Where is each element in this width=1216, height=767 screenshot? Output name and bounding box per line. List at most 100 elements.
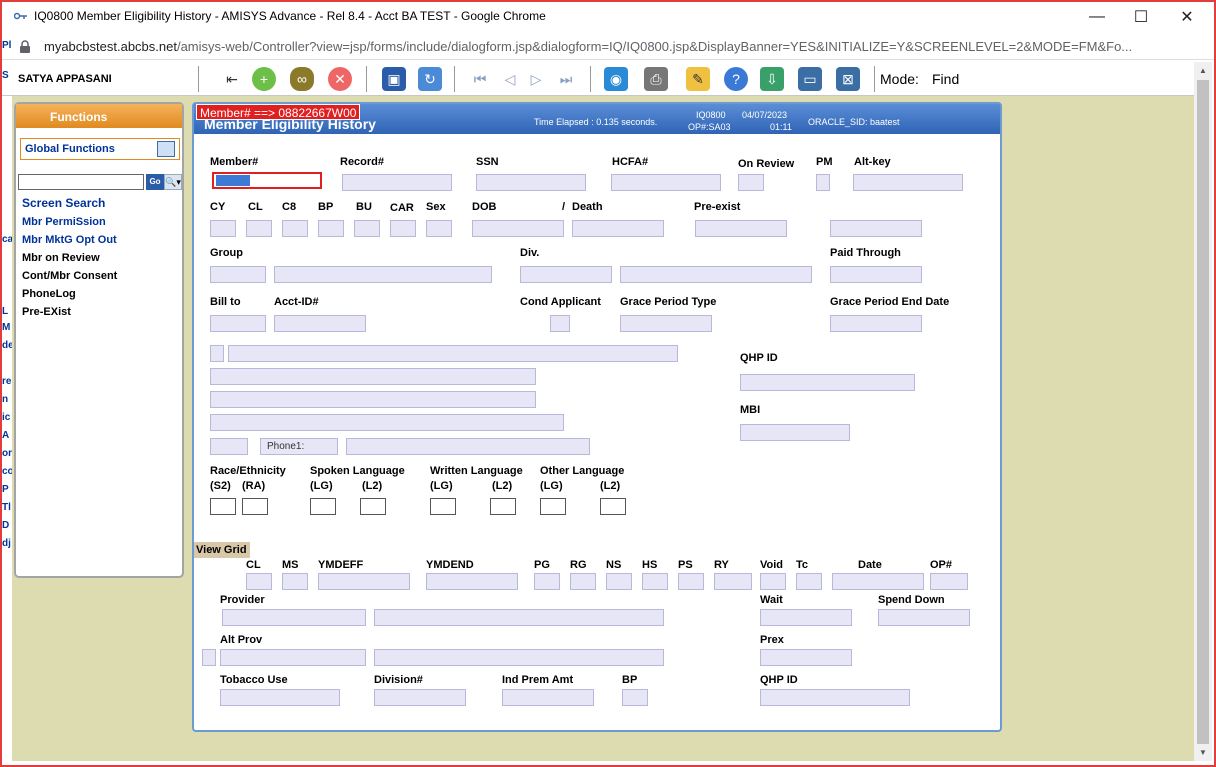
- group-input[interactable]: [210, 266, 266, 283]
- close-window-icon[interactable]: ⊠: [836, 67, 860, 91]
- grid-pg-input[interactable]: [534, 573, 560, 590]
- grid-ms-input[interactable]: [282, 573, 308, 590]
- ind-prem-amt-input[interactable]: [502, 689, 594, 706]
- bp-input[interactable]: [318, 220, 344, 237]
- address-flag-input[interactable]: [210, 345, 224, 362]
- fn-link-cont-mbr-consent[interactable]: Cont/Mbr Consent: [22, 270, 117, 282]
- grid-ps-input[interactable]: [678, 573, 704, 590]
- cond-applicant-input[interactable]: [550, 315, 570, 332]
- minimize-button[interactable]: —: [1074, 2, 1120, 32]
- prex-input[interactable]: [760, 649, 852, 666]
- print-icon[interactable]: ⎙: [644, 67, 668, 91]
- grid-rg-input[interactable]: [570, 573, 596, 590]
- paid-through-input[interactable]: [830, 266, 922, 283]
- qhp-id2-input[interactable]: [760, 689, 910, 706]
- record-input[interactable]: [342, 174, 452, 191]
- c8-input[interactable]: [282, 220, 308, 237]
- save-icon[interactable]: ▣: [382, 67, 406, 91]
- exit-icon[interactable]: ⇤: [220, 67, 244, 91]
- provider-input[interactable]: [222, 609, 366, 626]
- fn-link-screen-search[interactable]: Screen Search: [22, 196, 105, 210]
- fn-link-phonelog[interactable]: PhoneLog: [22, 288, 76, 300]
- fn-link-mbr-on-review[interactable]: Mbr on Review: [22, 252, 100, 264]
- pre-exist-extra-input[interactable]: [830, 220, 922, 237]
- div-input[interactable]: [520, 266, 612, 283]
- alt-prov-input[interactable]: [220, 649, 366, 666]
- written-l2-input[interactable]: [490, 498, 516, 515]
- scroll-up-arrow-icon[interactable]: ▲: [1199, 66, 1207, 75]
- last-record-icon[interactable]: ⏭: [554, 67, 578, 91]
- add-icon[interactable]: +: [252, 67, 276, 91]
- grid-ymdend-input[interactable]: [426, 573, 518, 590]
- city-state-zip-input[interactable]: [210, 414, 564, 431]
- grid-ns-input[interactable]: [606, 573, 632, 590]
- page-scrollbar[interactable]: ▲ ▼: [1194, 62, 1212, 761]
- grid-ry-input[interactable]: [714, 573, 752, 590]
- binoculars-icon[interactable]: ∞: [290, 67, 314, 91]
- division-input[interactable]: [374, 689, 466, 706]
- url-text[interactable]: myabcbstest.abcbs.net/amisys-web/Control…: [44, 39, 1132, 54]
- global-functions-button[interactable]: Global Functions: [20, 138, 180, 160]
- spend-down-input[interactable]: [878, 609, 970, 626]
- bill-to-input[interactable]: [210, 315, 266, 332]
- bp2-input[interactable]: [622, 689, 648, 706]
- member-input[interactable]: [212, 172, 322, 189]
- tobacco-use-input[interactable]: [220, 689, 340, 706]
- pre-exist-input[interactable]: [695, 220, 787, 237]
- death-input[interactable]: [572, 220, 664, 237]
- grace-period-type-input[interactable]: [620, 315, 712, 332]
- bu-input[interactable]: [354, 220, 380, 237]
- acct-id-input[interactable]: [274, 315, 366, 332]
- spoken-l2-input[interactable]: [360, 498, 386, 515]
- fn-link-pre-exist[interactable]: Pre-EXist: [22, 306, 71, 318]
- window-icon[interactable]: ▭: [798, 67, 822, 91]
- previous-record-icon[interactable]: ◁: [498, 67, 522, 91]
- sex-input[interactable]: [426, 220, 452, 237]
- wait-input[interactable]: [760, 609, 852, 626]
- first-record-icon[interactable]: ⏮: [468, 67, 492, 91]
- race-s2-input[interactable]: [210, 498, 236, 515]
- grid-void-input[interactable]: [760, 573, 786, 590]
- alt-key-input[interactable]: [853, 174, 963, 191]
- calculator-icon[interactable]: [157, 141, 175, 157]
- go-button[interactable]: Go: [146, 174, 164, 190]
- address-bar[interactable]: myabcbstest.abcbs.net/amisys-web/Control…: [2, 32, 1214, 60]
- maximize-button[interactable]: ☐: [1118, 2, 1164, 32]
- cy-input[interactable]: [210, 220, 236, 237]
- group-name-input[interactable]: [274, 266, 492, 283]
- search-dropdown-button[interactable]: 🔍▾: [164, 174, 182, 190]
- refresh-icon[interactable]: ↻: [418, 67, 442, 91]
- grid-date-input[interactable]: [832, 573, 924, 590]
- delete-icon[interactable]: ✕: [328, 67, 352, 91]
- scroll-thumb[interactable]: [1197, 80, 1209, 744]
- race-ra-input[interactable]: [242, 498, 268, 515]
- car-input[interactable]: [390, 220, 416, 237]
- cl-input[interactable]: [246, 220, 272, 237]
- div-name-input[interactable]: [620, 266, 812, 283]
- pm-input[interactable]: [816, 174, 830, 191]
- grid-tc-input[interactable]: [796, 573, 822, 590]
- info-icon[interactable]: [18, 40, 32, 54]
- view-grid-button[interactable]: View Grid: [194, 542, 250, 558]
- alt-prov-flag-input[interactable]: [202, 649, 216, 666]
- fn-link-mbr-mktg-opt-out[interactable]: Mbr MktG Opt Out: [22, 234, 117, 246]
- grid-hs-input[interactable]: [642, 573, 668, 590]
- help-icon[interactable]: ?: [724, 67, 748, 91]
- provider-name-input[interactable]: [374, 609, 664, 626]
- on-review-input[interactable]: [738, 174, 764, 191]
- globe-icon[interactable]: ◉: [604, 67, 628, 91]
- download-icon[interactable]: ⇩: [760, 67, 784, 91]
- alt-prov-name-input[interactable]: [374, 649, 664, 666]
- hcfa-input[interactable]: [611, 174, 721, 191]
- other-l2-input[interactable]: [600, 498, 626, 515]
- notes-icon[interactable]: ✎: [686, 67, 710, 91]
- next-record-icon[interactable]: ▷: [524, 67, 548, 91]
- grid-ymdeff-input[interactable]: [318, 573, 410, 590]
- written-lg-input[interactable]: [430, 498, 456, 515]
- phone-prefix-input[interactable]: [210, 438, 248, 455]
- spoken-lg-input[interactable]: [310, 498, 336, 515]
- phone1-input[interactable]: [346, 438, 590, 455]
- address-line2-input[interactable]: [210, 391, 536, 408]
- scroll-down-arrow-icon[interactable]: ▼: [1199, 748, 1207, 757]
- name-input[interactable]: [228, 345, 678, 362]
